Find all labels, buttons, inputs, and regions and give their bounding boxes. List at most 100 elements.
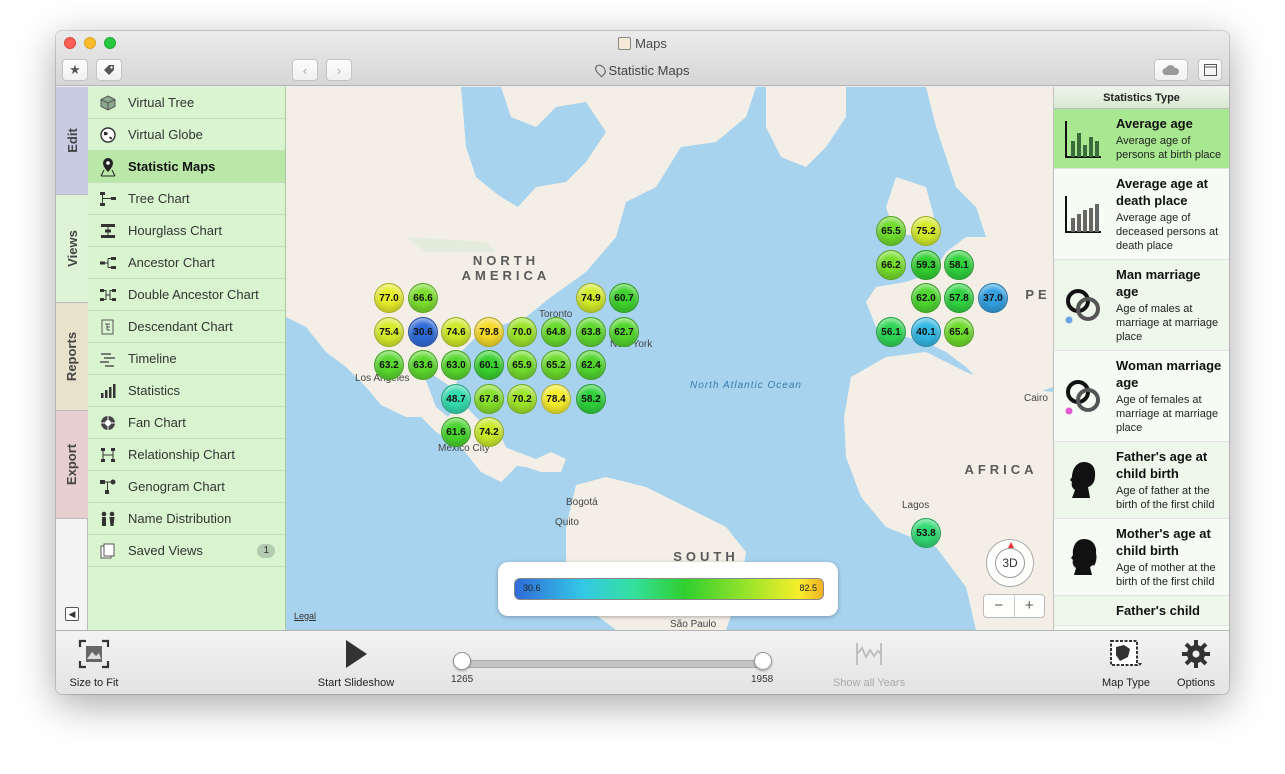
tab-views[interactable]: Views [56, 195, 88, 303]
map-pin-icon [592, 62, 608, 78]
compass-3d-button[interactable]: 3D [986, 539, 1034, 587]
statistic-map[interactable]: NORTH AMERICA SOUTH AMERICA AFRICA PE No… [286, 87, 1053, 630]
map-data-bubble[interactable]: 60.1 [474, 350, 504, 380]
sidebar-item-virtual-globe[interactable]: Virtual Globe [88, 119, 285, 151]
stat-item-father-child[interactable]: Father's child [1054, 596, 1229, 626]
range-icon [826, 637, 912, 671]
stat-item-average-age-death[interactable]: Average age at death place Average age of… [1054, 169, 1229, 260]
stat-item-woman-marriage-age[interactable]: Woman marriage age Age of females at marr… [1054, 351, 1229, 442]
map-data-bubble[interactable]: 65.9 [507, 350, 537, 380]
statistics-type-panel: Statistics Type Average age Average age o… [1053, 87, 1229, 630]
map-data-bubble[interactable]: 62.0 [911, 283, 941, 313]
panel-icon [1203, 64, 1217, 76]
sidebar-item-genogram-chart[interactable]: Genogram Chart [88, 471, 285, 503]
sidebar-item-saved-views[interactable]: Saved Views 1 [88, 535, 285, 567]
forward-button[interactable]: › [326, 59, 352, 81]
zoom-in-button[interactable]: + [1015, 595, 1045, 617]
map-data-bubble[interactable]: 74.6 [441, 317, 471, 347]
sidebar-item-virtual-tree[interactable]: Virtual Tree [88, 87, 285, 119]
map-data-bubble[interactable]: 65.4 [944, 317, 974, 347]
map-data-bubble[interactable]: 70.0 [507, 317, 537, 347]
map-type-button[interactable]: Map Type [1096, 637, 1156, 689]
map-data-bubble[interactable]: 70.2 [507, 384, 537, 414]
year-end-handle[interactable] [754, 652, 772, 670]
region-label-north-america: NORTH AMERICA [461, 253, 551, 283]
sidebar-toggle-button[interactable] [1198, 59, 1222, 81]
map-data-bubble[interactable]: 63.2 [374, 350, 404, 380]
map-data-bubble[interactable]: 78.4 [541, 384, 571, 414]
sidebar-item-fan-chart[interactable]: Fan Chart [88, 407, 285, 439]
sidebar-item-name-distribution[interactable]: Name Distribution [88, 503, 285, 535]
sidebar-item-hourglass-chart[interactable]: Hourglass Chart [88, 215, 285, 247]
map-data-bubble[interactable]: 61.6 [441, 417, 471, 447]
map-data-bubble[interactable]: 62.7 [609, 317, 639, 347]
map-data-bubble[interactable]: 48.7 [441, 384, 471, 414]
stat-item-man-marriage-age[interactable]: Man marriage age Age of males at marriage… [1054, 260, 1229, 351]
bar-chart-gray-icon [1060, 175, 1106, 253]
map-data-bubble[interactable]: 65.2 [541, 350, 571, 380]
relationship-chart-icon [98, 446, 118, 464]
tab-export[interactable]: Export [56, 411, 88, 519]
tree-chart-icon [98, 190, 118, 208]
collapse-sidebar-button[interactable]: ◀ [65, 607, 79, 621]
map-data-bubble[interactable]: 75.4 [374, 317, 404, 347]
options-button[interactable]: Options [1168, 637, 1224, 689]
map-data-bubble[interactable]: 58.1 [944, 250, 974, 280]
female-silhouette-icon [1060, 525, 1106, 589]
zoom-out-button[interactable]: − [984, 595, 1015, 617]
map-data-bubble[interactable]: 74.9 [576, 283, 606, 313]
size-to-fit-button[interactable]: Size to Fit [64, 637, 124, 689]
year-start-label: 1265 [451, 674, 474, 685]
window-title: Maps [56, 36, 1229, 51]
map-data-bubble[interactable]: 67.8 [474, 384, 504, 414]
year-range-track[interactable] [462, 660, 764, 668]
favorites-button[interactable]: ★ [62, 59, 88, 81]
tab-edit[interactable]: Edit [56, 87, 88, 195]
map-data-bubble[interactable]: 58.2 [576, 384, 606, 414]
stat-item-average-age[interactable]: Average age Average age of persons at bir… [1054, 109, 1229, 169]
map-data-bubble[interactable]: 74.2 [474, 417, 504, 447]
map-data-bubble[interactable]: 64.8 [541, 317, 571, 347]
legal-link[interactable]: Legal [294, 611, 316, 621]
zoom-control: − + [983, 594, 1045, 618]
map-data-bubble[interactable]: 37.0 [978, 283, 1008, 313]
back-button[interactable]: ‹ [292, 59, 318, 81]
map-data-bubble[interactable]: 56.1 [876, 317, 906, 347]
map-data-bubble[interactable]: 79.8 [474, 317, 504, 347]
cloud-button[interactable] [1154, 59, 1188, 81]
map-data-bubble[interactable]: 66.2 [876, 250, 906, 280]
map-data-bubble[interactable]: 63.0 [441, 350, 471, 380]
size-to-fit-icon [64, 637, 124, 671]
map-data-bubble[interactable]: 40.1 [911, 317, 941, 347]
map-data-bubble[interactable]: 63.6 [408, 350, 438, 380]
bookmark-button[interactable] [96, 59, 122, 81]
sidebar-item-relationship-chart[interactable]: Relationship Chart [88, 439, 285, 471]
stat-item-father-age-child-birth[interactable]: Father's age at child birth Age of father… [1054, 442, 1229, 519]
map-data-bubble[interactable]: 65.5 [876, 216, 906, 246]
show-all-years-button[interactable]: Show all Years [826, 637, 912, 689]
map-data-bubble[interactable]: 66.6 [408, 283, 438, 313]
color-legend: 30.6 82.5 [498, 562, 838, 616]
start-slideshow-button[interactable]: Start Slideshow [306, 637, 406, 689]
map-data-bubble[interactable]: 77.0 [374, 283, 404, 313]
map-data-bubble[interactable]: 57.8 [944, 283, 974, 313]
sidebar-item-tree-chart[interactable]: Tree Chart [88, 183, 285, 215]
year-start-handle[interactable] [453, 652, 471, 670]
map-data-bubble[interactable]: 53.8 [911, 518, 941, 548]
sidebar-item-double-ancestor-chart[interactable]: Double Ancestor Chart [88, 279, 285, 311]
sidebar-item-statistic-maps[interactable]: Statistic Maps [88, 151, 285, 183]
sidebar-item-descendant-chart[interactable]: Descendant Chart [88, 311, 285, 343]
map-data-bubble[interactable]: 30.6 [408, 317, 438, 347]
map-data-bubble[interactable]: 63.8 [576, 317, 606, 347]
sidebar-item-ancestor-chart[interactable]: Ancestor Chart [88, 247, 285, 279]
views-sidebar: Virtual Tree Virtual Globe Statistic Map… [88, 87, 286, 630]
stat-item-mother-age-child-birth[interactable]: Mother's age at child birth Age of mother… [1054, 519, 1229, 596]
map-data-bubble[interactable]: 62.4 [576, 350, 606, 380]
map-data-bubble[interactable]: 59.3 [911, 250, 941, 280]
tab-reports[interactable]: Reports [56, 303, 88, 411]
rings-female-icon [1060, 357, 1106, 435]
map-data-bubble[interactable]: 60.7 [609, 283, 639, 313]
map-data-bubble[interactable]: 75.2 [911, 216, 941, 246]
sidebar-item-statistics[interactable]: Statistics [88, 375, 285, 407]
sidebar-item-timeline[interactable]: Timeline [88, 343, 285, 375]
